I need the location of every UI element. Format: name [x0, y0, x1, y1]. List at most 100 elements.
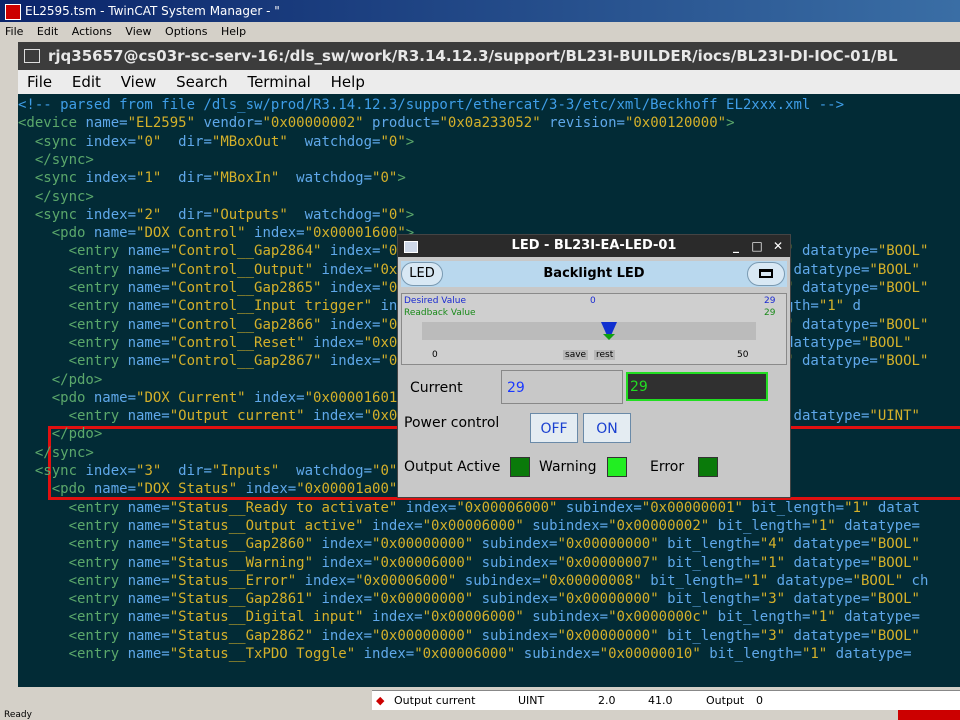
off-button[interactable]: OFF: [530, 413, 578, 443]
terminal-line: <device name="EL2595" vendor="0x00000002…: [18, 114, 735, 132]
terminal-token: "BOOL": [877, 280, 929, 296]
close-icon[interactable]: ✕: [770, 235, 786, 257]
terminal-token: "0": [136, 133, 162, 150]
terminal-token: >: [726, 115, 735, 132]
terminal-token: bit_length=: [658, 591, 760, 608]
terminal-token: name=: [127, 298, 170, 315]
variable-name: Output current: [394, 694, 476, 707]
terminal-token: "0": [380, 133, 406, 150]
terminal-token: "EL2595": [127, 115, 196, 132]
window-menu-icon[interactable]: [747, 262, 785, 286]
desired-max: 29: [764, 296, 776, 306]
led-header-bar: Backlight LED LED: [401, 261, 787, 287]
led-button[interactable]: LED: [401, 262, 443, 286]
terminal-token: index=: [304, 334, 364, 351]
terminal-token: "0x00006000": [414, 646, 516, 662]
terminal-line: <entry name="Status__Gap2861" index="0x0…: [18, 590, 920, 608]
warning-indicator: [607, 457, 627, 477]
terminal-token: "BOOL": [877, 243, 929, 260]
terminal-token: subindex=: [523, 609, 609, 626]
terminal-menu-view[interactable]: View: [121, 73, 157, 91]
terminal-token: "1": [810, 517, 836, 534]
terminal-menu-terminal[interactable]: Terminal: [247, 73, 310, 91]
terminal-token: <entry: [18, 243, 128, 260]
terminal-token: "3": [759, 591, 786, 608]
terminal-token: watchdog=: [287, 206, 381, 223]
terminal-token: "BOOL": [869, 261, 920, 278]
terminal-token: </sync>: [18, 444, 94, 461]
terminal-token: bit_length=: [709, 517, 811, 534]
terminal-token: name=: [127, 609, 170, 626]
current-label: Current: [410, 380, 463, 396]
terminal-token: dir=: [161, 463, 212, 479]
terminal-token: "1": [801, 646, 828, 662]
terminal-token: "DOX Current": [136, 389, 246, 406]
slider-track[interactable]: [422, 322, 756, 340]
terminal-token: "Control__Gap2867": [169, 353, 322, 370]
twincat-menu-edit[interactable]: Edit: [37, 25, 58, 38]
terminal-token: >: [405, 133, 415, 150]
terminal-token: name=: [127, 517, 170, 534]
terminal-token: watchdog=: [279, 463, 373, 479]
terminal-token: "3": [136, 463, 162, 479]
terminal-token: "0x00006000": [456, 499, 558, 516]
terminal-token: datatype=: [827, 646, 912, 662]
terminal-menu-file[interactable]: File: [27, 73, 52, 91]
terminal-token: "BOOL": [869, 536, 920, 553]
restore-button[interactable]: rest: [594, 350, 616, 360]
terminal-token: "0x00000000": [557, 591, 659, 608]
terminal-token: watchdog=: [279, 170, 373, 187]
terminal-token: <entry: [18, 298, 128, 315]
variable-list-row[interactable]: ◆ Output current UINT 2.0 41.0 Output 0: [372, 690, 960, 711]
maximize-icon[interactable]: □: [749, 235, 765, 257]
terminal-token: index=: [313, 554, 373, 571]
twincat-menu-file[interactable]: File: [5, 25, 23, 38]
twincat-app-icon: [5, 4, 21, 20]
desired-value: 0: [590, 296, 596, 306]
terminal-token: <!-- parsed from file /dls_sw/prod/R3.14…: [18, 97, 845, 113]
save-button[interactable]: save: [563, 350, 589, 360]
terminal-token: name=: [127, 408, 170, 425]
terminal-token: "DOX Status": [136, 481, 238, 498]
terminal-token: "Status__Ready to activate": [169, 499, 398, 516]
terminal-token: <entry: [18, 280, 128, 296]
terminal-menu-help[interactable]: Help: [331, 73, 365, 91]
desired-value-label: Desired Value: [404, 296, 466, 306]
terminal-token: <sync: [18, 133, 86, 150]
terminal-line: <!-- parsed from file /dls_sw/prod/R3.14…: [18, 96, 844, 114]
terminal-menu-search[interactable]: Search: [176, 73, 228, 91]
twincat-menu-actions[interactable]: Actions: [72, 25, 112, 38]
terminal-token: "0x00001600": [304, 225, 406, 242]
terminal-token: "Status__Gap2862": [169, 627, 314, 644]
terminal-line: <pdo name="DOX Status" index="0x00001a00…: [18, 480, 406, 498]
terminal-token: subindex=: [523, 517, 609, 534]
readback-right: 29: [764, 308, 776, 318]
variable-in-out: Output: [706, 694, 745, 707]
terminal-token: name=: [127, 554, 170, 571]
terminal-line: <entry name="Status__TxPDO Toggle" index…: [18, 645, 912, 663]
terminal-token: "Control__Gap2865": [169, 280, 322, 296]
terminal-menu-edit[interactable]: Edit: [72, 73, 101, 91]
twincat-menu-options[interactable]: Options: [165, 25, 207, 38]
terminal-token: "0x00120000": [624, 115, 727, 132]
on-button[interactable]: ON: [583, 413, 631, 443]
terminal-token: subindex=: [473, 627, 558, 644]
terminal-token: name=: [127, 334, 170, 351]
terminal-token: datatype=: [793, 280, 878, 296]
terminal-token: "0x00001601": [304, 389, 406, 406]
terminal-token: index=: [245, 389, 305, 406]
terminal-token: datatype=: [768, 572, 853, 589]
twincat-menu-view[interactable]: View: [125, 25, 151, 38]
terminal-token: index=: [296, 572, 356, 589]
twincat-menu-help[interactable]: Help: [221, 25, 246, 38]
minimize-icon[interactable]: _: [728, 235, 744, 257]
terminal-token: index=: [313, 591, 373, 608]
current-setpoint-input[interactable]: 29: [501, 370, 623, 404]
terminal-token: subindex=: [473, 536, 558, 553]
terminal-token: subindex=: [557, 499, 642, 516]
terminal-token: name=: [127, 536, 170, 553]
terminal-token: "1": [818, 298, 845, 315]
terminal-line: </sync>: [18, 188, 94, 206]
terminal-token: <entry: [18, 536, 128, 553]
terminal-line: <pdo name="DOX Control" index="0x0000160…: [18, 224, 415, 242]
